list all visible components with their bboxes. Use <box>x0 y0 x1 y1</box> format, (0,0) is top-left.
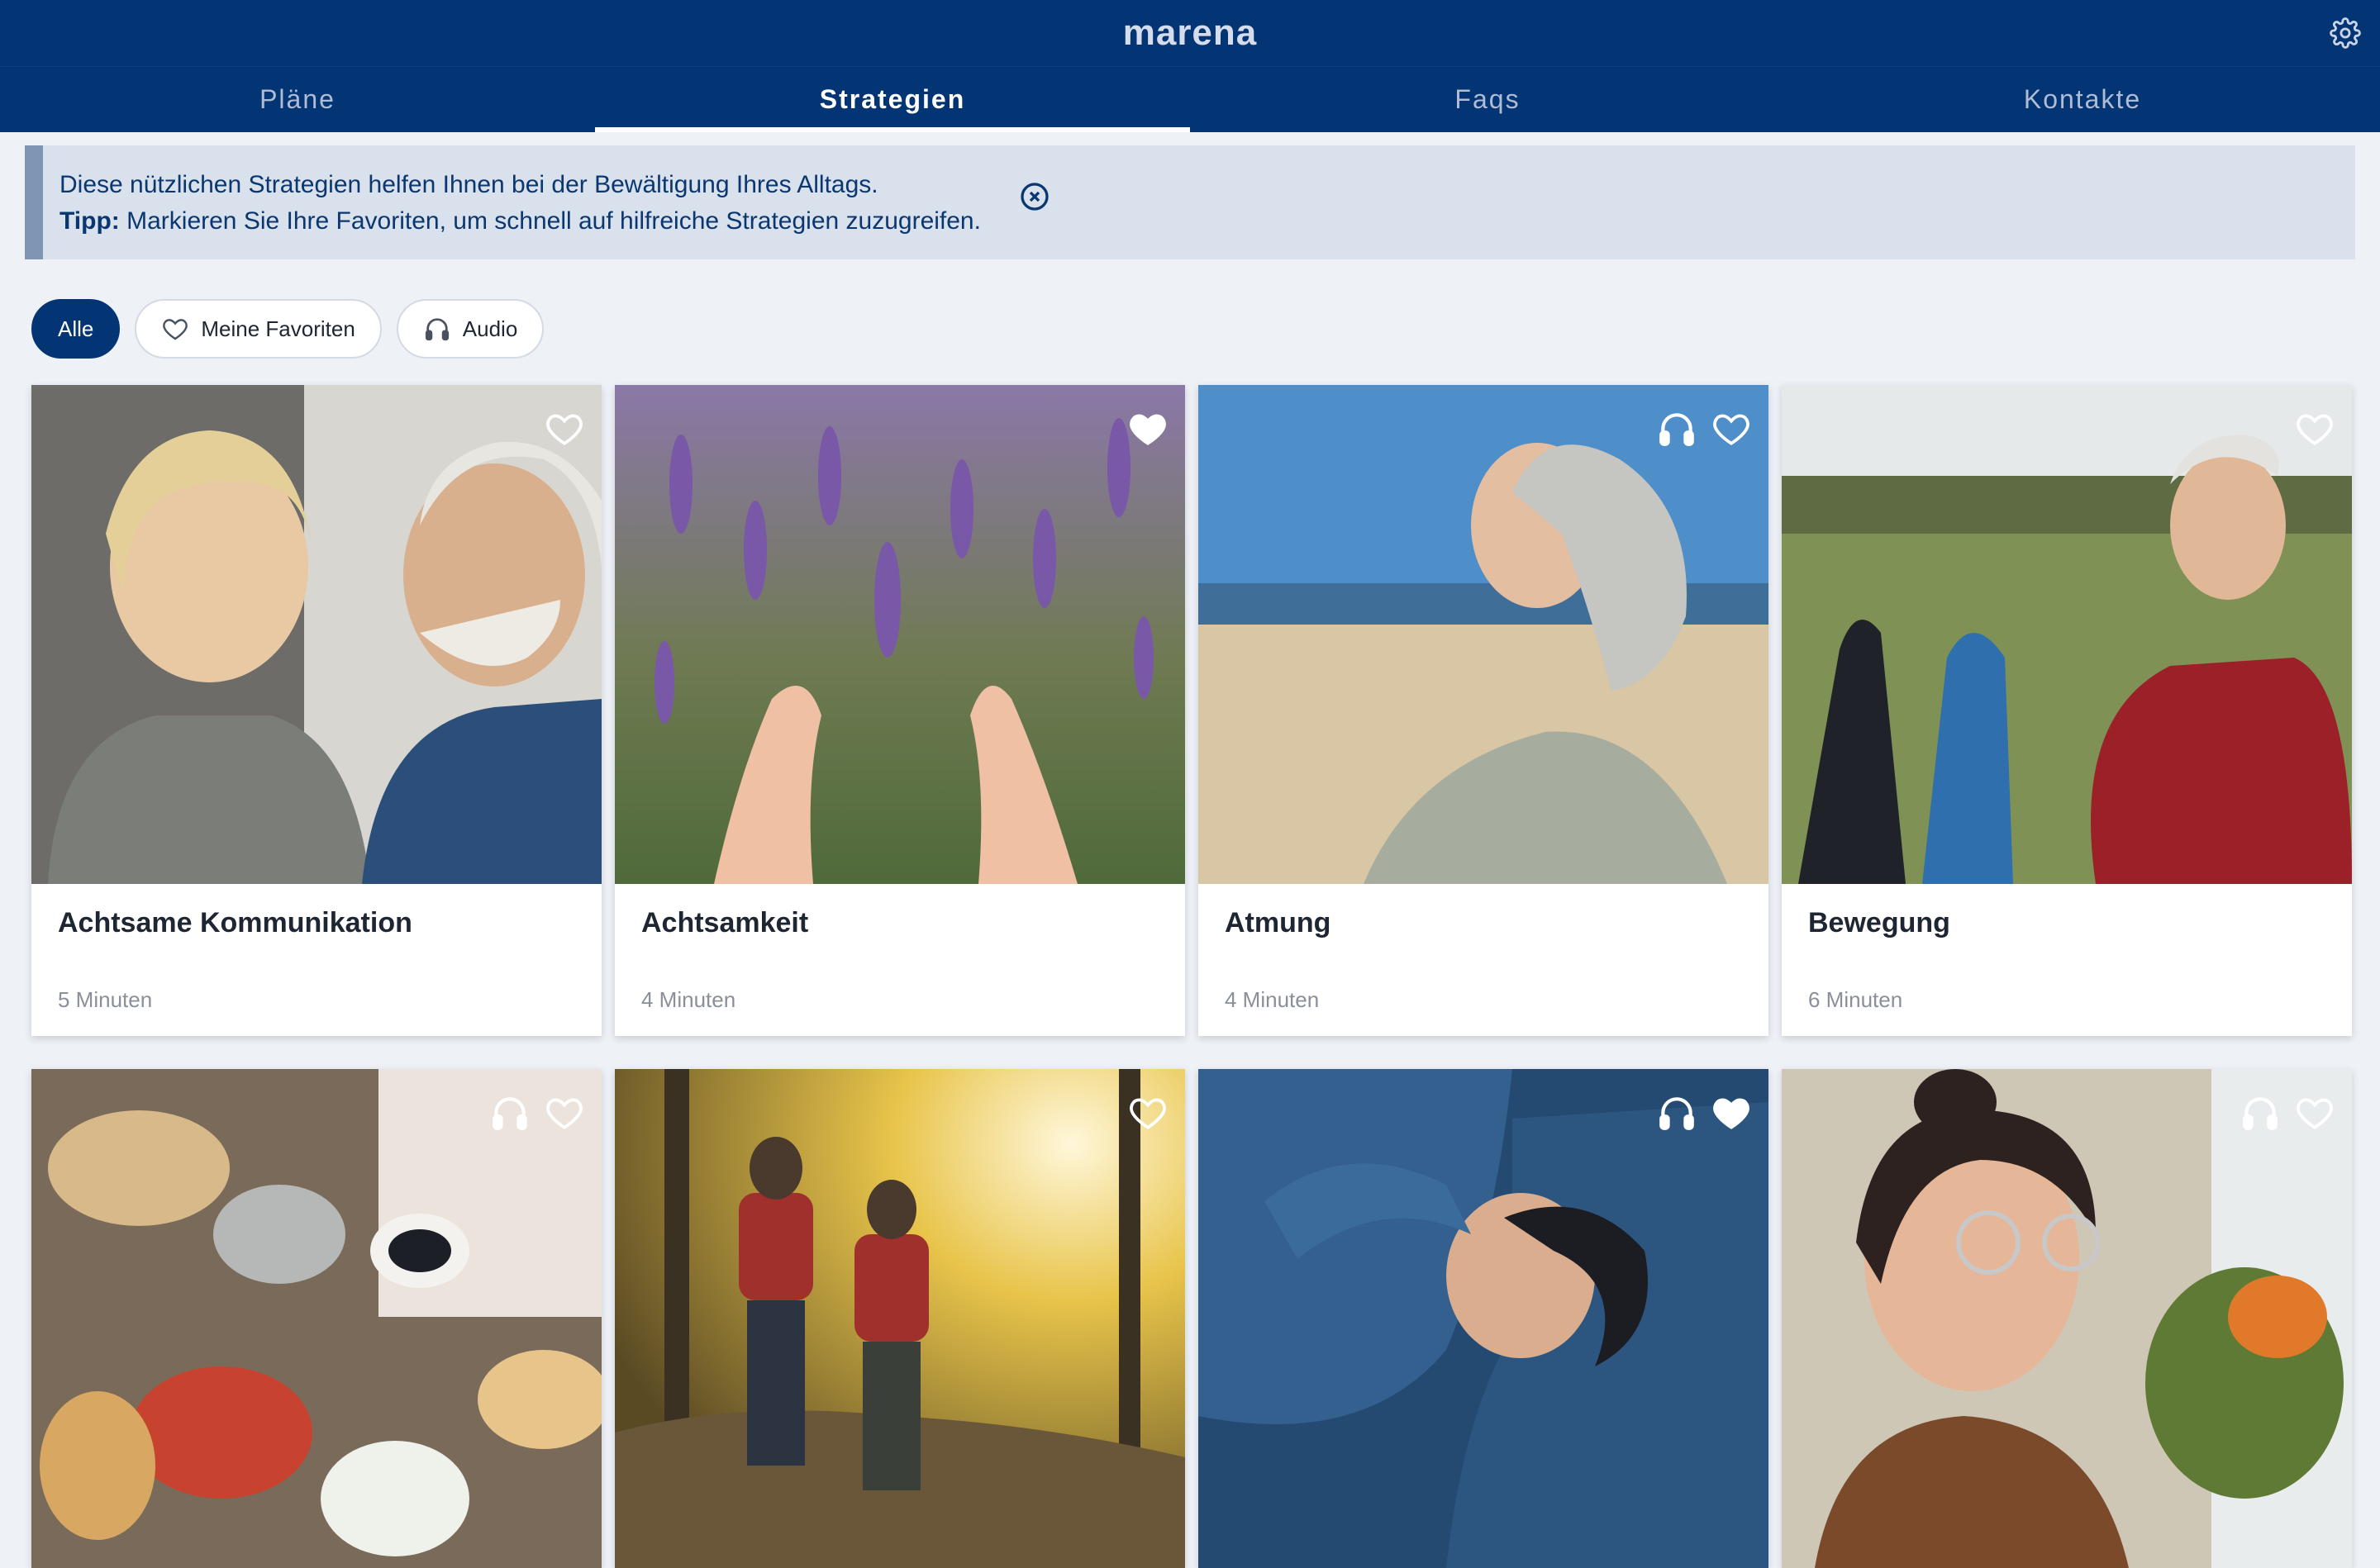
filter-audio-label: Audio <box>462 316 518 341</box>
close-icon[interactable] <box>1018 180 1051 213</box>
banner-tip-text: Markieren Sie Ihre Favoriten, um schnell… <box>126 207 981 235</box>
headphones-icon[interactable] <box>2240 1092 2281 1133</box>
filter-alle-label: Alle <box>58 316 94 341</box>
app-header: marena <box>0 0 2380 66</box>
tab-plaene[interactable]: Pläne <box>0 67 595 132</box>
filter-favoriten-label: Meine Favoriten <box>201 316 355 341</box>
card-duration: 4 Minuten <box>1225 987 1320 1012</box>
card-actions <box>1127 408 1169 449</box>
heart-outline-icon[interactable] <box>2294 1092 2335 1133</box>
banner-text: Diese nützlichen Strategien helfen Ihnen… <box>60 171 878 198</box>
heart-outline-icon[interactable] <box>544 408 585 449</box>
filter-favoriten[interactable]: Meine Favoriten <box>135 299 382 359</box>
strategy-card[interactable]: Achtsame Kommunikation 5 Minuten <box>31 385 602 1036</box>
strategy-card[interactable] <box>615 1069 1185 1568</box>
card-image-lavender <box>615 385 1185 884</box>
card-image-couple <box>31 385 602 884</box>
info-banner: Diese nützlichen Strategien helfen Ihnen… <box>25 145 2355 259</box>
card-title: Atmung <box>1225 907 1331 938</box>
card-title: Bewegung <box>1808 907 1950 938</box>
heart-outline-icon <box>163 319 188 340</box>
tab-strategien[interactable]: Strategien <box>595 67 1190 132</box>
card-image-stretching <box>1782 385 2352 884</box>
tab-kontakte[interactable]: Kontakte <box>1785 67 2380 132</box>
strategy-card[interactable]: Bewegung 6 Minuten <box>1782 385 2352 1036</box>
card-title: Achtsame Kommunikation <box>58 907 412 938</box>
strategy-card[interactable] <box>31 1069 602 1568</box>
card-body: Atmung 4 Minuten <box>1198 884 1768 1036</box>
app-logo: marena <box>1122 12 1258 53</box>
main-tabs: Pläne Strategien Faqs Kontakte <box>0 66 2380 132</box>
heart-outline-icon[interactable] <box>2294 408 2335 449</box>
card-duration: 5 Minuten <box>58 987 153 1012</box>
card-actions <box>489 1092 585 1133</box>
headphones-icon[interactable] <box>1656 408 1697 449</box>
headphones-icon <box>425 318 449 341</box>
card-title: Achtsamkeit <box>641 907 809 938</box>
card-body: Achtsamkeit 4 Minuten <box>615 884 1185 1036</box>
card-body: Bewegung 6 Minuten <box>1782 884 2352 1036</box>
card-duration: 4 Minuten <box>641 987 736 1012</box>
card-actions <box>1127 1092 1169 1133</box>
heart-filled-icon[interactable] <box>1127 408 1169 449</box>
card-image-sleeping <box>1198 1069 1768 1568</box>
card-image-food <box>31 1069 602 1568</box>
strategy-card[interactable]: Achtsamkeit 4 Minuten <box>615 385 1185 1036</box>
card-actions <box>1656 408 1752 449</box>
filter-audio[interactable]: Audio <box>396 299 545 359</box>
headphones-icon[interactable] <box>1656 1092 1697 1133</box>
banner-tip: Tipp: Markieren Sie Ihre Favoriten, um s… <box>60 203 2355 240</box>
strategy-card[interactable] <box>1198 1069 1768 1568</box>
strategy-card[interactable]: Atmung 4 Minuten <box>1198 385 1768 1036</box>
strategy-card[interactable] <box>1782 1069 2352 1568</box>
card-image-forest <box>615 1069 1185 1568</box>
heart-outline-icon[interactable] <box>1711 408 1752 449</box>
banner-tip-label: Tipp: <box>60 207 120 235</box>
card-duration: 6 Minuten <box>1808 987 1903 1012</box>
settings-button[interactable] <box>2329 17 2362 50</box>
card-actions <box>2294 408 2335 449</box>
card-image-beach <box>1198 385 1768 884</box>
gear-icon <box>2330 17 2361 49</box>
heart-outline-icon[interactable] <box>1127 1092 1169 1133</box>
card-actions <box>2240 1092 2335 1133</box>
tab-faqs[interactable]: Faqs <box>1190 67 1785 132</box>
heart-filled-icon[interactable] <box>1711 1092 1752 1133</box>
heart-outline-icon[interactable] <box>544 1092 585 1133</box>
filter-chips: Alle Meine Favoriten Audio <box>31 299 545 359</box>
filter-alle[interactable]: Alle <box>31 299 121 359</box>
card-actions <box>544 408 585 449</box>
card-actions <box>1656 1092 1752 1133</box>
headphones-icon[interactable] <box>489 1092 531 1133</box>
card-image-smiling <box>1782 1069 2352 1568</box>
card-body: Achtsame Kommunikation 5 Minuten <box>31 884 602 1036</box>
